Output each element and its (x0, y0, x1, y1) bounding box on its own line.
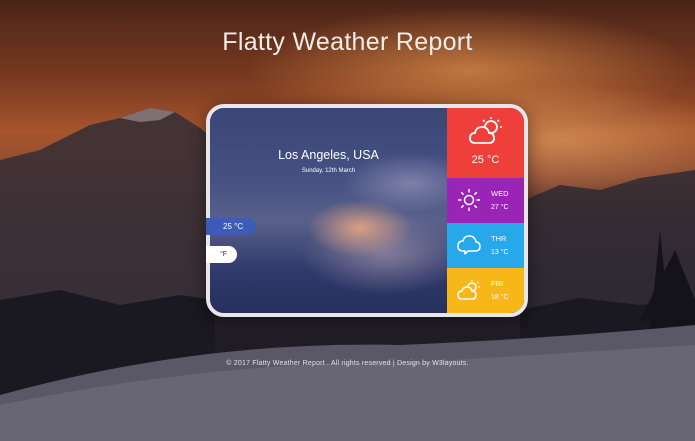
forecast-temperature: 13 °C (491, 249, 509, 256)
sky-photo-panel: Los Angeles, USA Sunday, 12th March (210, 108, 447, 313)
forecast-temperature: 27 °C (491, 204, 509, 211)
cloud-icon (457, 235, 481, 255)
forecast-tile-fri[interactable]: FRI 18 °C (447, 268, 524, 313)
sun-icon (458, 189, 480, 211)
partly-cloudy-icon (469, 117, 502, 144)
fahrenheit-toggle[interactable]: °F (206, 246, 237, 263)
celsius-toggle[interactable]: 25 °C (206, 218, 256, 235)
footer-copyright: © 2017 Flatty Weather Report . All right… (226, 360, 469, 367)
city-name: Los Angeles, USA (278, 148, 379, 162)
forecast-temperature: 18 °C (491, 294, 509, 301)
forecast-day: FRI (491, 279, 504, 288)
today-tile[interactable]: 25 °C (447, 108, 524, 178)
forecast-day: THR (491, 234, 507, 243)
forecast-day: WED (491, 189, 509, 198)
today-temperature: 25 °C (471, 154, 500, 166)
page-title: Flatty Weather Report (222, 28, 473, 56)
forecast-tile-thu[interactable]: THR 13 °C (447, 223, 524, 268)
partly-cloudy-icon (457, 280, 480, 300)
forecast-tile-wed[interactable]: WED 27 °C (447, 178, 524, 223)
weather-widget: Los Angeles, USA Sunday, 12th March 25 °… (206, 104, 528, 317)
current-date: Sunday, 12th March (301, 168, 356, 174)
